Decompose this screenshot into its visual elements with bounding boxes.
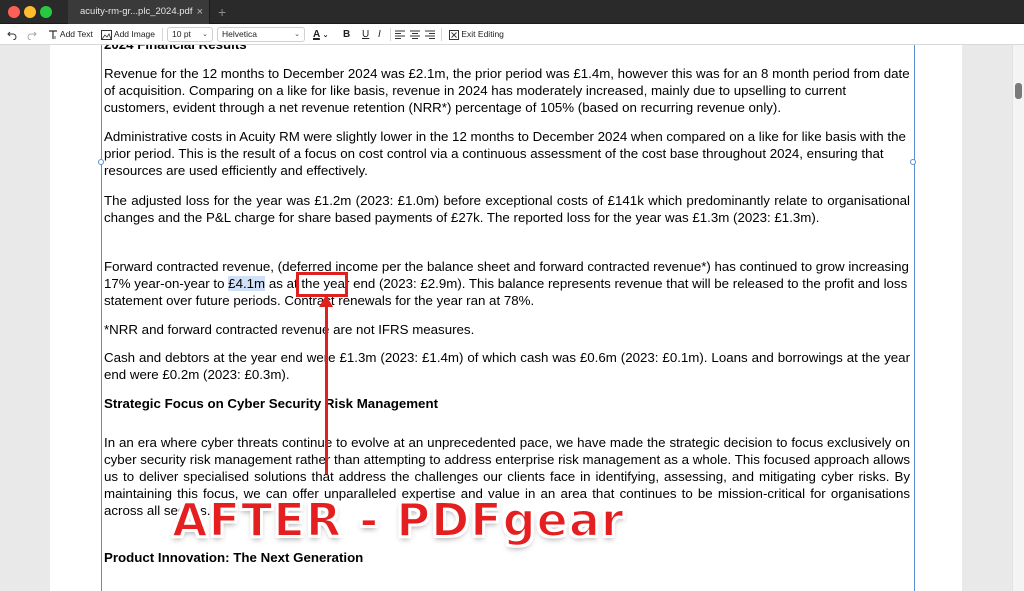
highlighted-value[interactable]: £4.1m — [228, 276, 266, 291]
underline-button[interactable]: U — [362, 24, 369, 45]
section-heading: Product Innovation: The Next Generation — [104, 550, 364, 565]
document-tab[interactable]: acuity-rm-gr...plc_2024.pdf × — [68, 0, 210, 24]
divider — [390, 28, 391, 41]
paragraph-adjusted-loss[interactable]: The adjusted loss for the year was £1.2m… — [104, 192, 910, 226]
arrow-up-icon — [319, 295, 333, 307]
align-right-icon[interactable] — [425, 24, 435, 45]
vertical-scrollbar[interactable] — [1012, 45, 1024, 591]
exit-editing-label: Exit Editing — [461, 29, 504, 39]
align-center-icon[interactable] — [410, 24, 420, 45]
window-maximize-button[interactable] — [40, 6, 52, 18]
paragraph-admin-costs[interactable]: Administrative costs in Acuity RM were s… — [104, 128, 910, 179]
font-color-button[interactable]: A ⌄ — [313, 24, 329, 45]
paragraph-footnote[interactable]: *NRR and forward contracted revenue are … — [104, 321, 910, 338]
exit-edit-icon — [449, 29, 459, 40]
add-text-label: Add Text — [59, 29, 93, 39]
add-text-button[interactable]: Add Text — [48, 24, 93, 45]
divider — [162, 28, 163, 41]
redo-icon[interactable] — [27, 24, 37, 45]
font-color-icon: A — [313, 29, 320, 40]
annotation-arrow — [325, 296, 328, 474]
tab-title: acuity-rm-gr...plc_2024.pdf — [80, 6, 193, 17]
bold-button[interactable]: B — [343, 24, 350, 45]
edit-toolbar: Add Text Add Image 10 pt ⌄ Helvetica ⌄ A… — [0, 24, 1024, 45]
title-bar: acuity-rm-gr...plc_2024.pdf × + — [0, 0, 1024, 24]
window-close-button[interactable] — [8, 6, 20, 18]
scrollbar-thumb[interactable] — [1015, 83, 1022, 99]
chevron-down-icon: ⌄ — [294, 31, 300, 38]
add-image-label: Add Image — [113, 29, 156, 39]
tab-close-icon[interactable]: × — [197, 0, 203, 24]
paragraph-forward-revenue[interactable]: Forward contracted revenue, (deferred in… — [104, 258, 910, 309]
image-icon — [101, 29, 112, 40]
undo-icon[interactable] — [7, 24, 17, 45]
exit-editing-button[interactable]: Exit Editing — [449, 24, 504, 45]
resize-handle-right[interactable] — [910, 159, 916, 165]
chevron-down-icon: ⌄ — [322, 32, 329, 39]
divider — [441, 28, 442, 41]
window-minimize-button[interactable] — [24, 6, 36, 18]
italic-button[interactable]: I — [378, 24, 381, 45]
annotation-highlight-box — [296, 272, 348, 297]
section-heading: 2024 Financial Results — [104, 45, 910, 53]
new-tab-icon[interactable]: + — [218, 0, 226, 24]
font-size-select[interactable]: 10 pt ⌄ — [167, 27, 213, 42]
paragraph-cash[interactable]: Cash and debtors at the year end were £1… — [104, 349, 910, 383]
section-heading: Strategic Focus on Cyber Security Risk M… — [104, 396, 438, 411]
watermark-label: AFTER - PDFgear — [171, 492, 625, 548]
add-image-button[interactable]: Add Image — [101, 24, 155, 45]
align-left-icon[interactable] — [395, 24, 405, 45]
paragraph-revenue[interactable]: Revenue for the 12 months to December 20… — [104, 65, 910, 116]
text-icon — [49, 30, 57, 39]
chevron-down-icon: ⌄ — [202, 31, 208, 38]
font-family-select[interactable]: Helvetica ⌄ — [217, 27, 305, 42]
